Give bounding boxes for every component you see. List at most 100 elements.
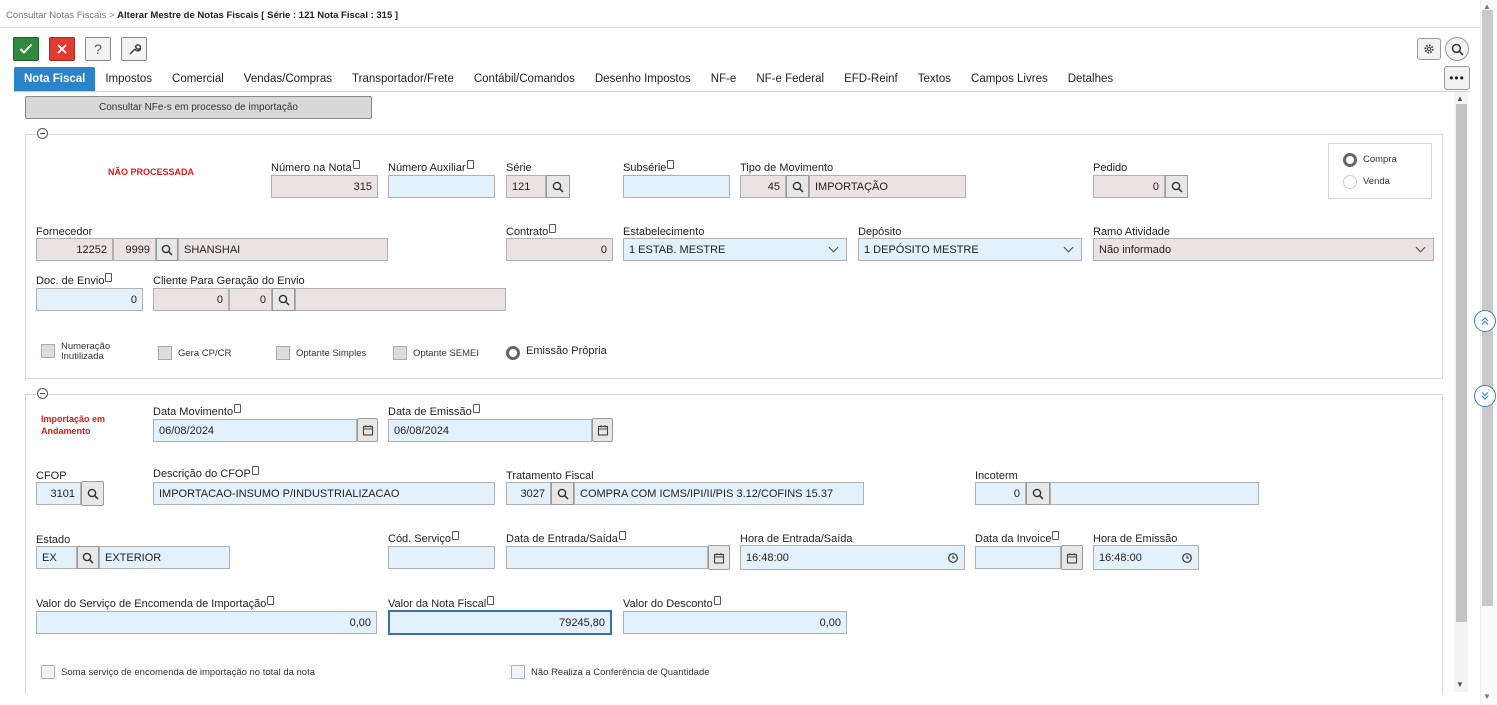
numero-nota-field[interactable]: 315 xyxy=(271,175,378,198)
collapse-section2-icon[interactable] xyxy=(37,388,48,399)
tools-button[interactable] xyxy=(121,37,147,61)
valor-servico-field[interactable]: 0,00 xyxy=(36,611,377,634)
data-entrada-field[interactable] xyxy=(506,546,708,569)
scroll-top-button[interactable] xyxy=(1474,310,1496,332)
data-invoice-calendar-button[interactable] xyxy=(1061,545,1083,570)
estado-search-button[interactable] xyxy=(77,546,99,569)
cliente-envio-code[interactable]: 0 xyxy=(153,288,229,311)
cancel-button[interactable] xyxy=(49,37,75,61)
tab-campos-livres[interactable]: Campos Livres xyxy=(961,67,1058,91)
numeracao-inutilizada-checkbox[interactable] xyxy=(41,344,55,358)
scroll-up-arrow-icon[interactable]: ▲ xyxy=(1456,94,1464,103)
data-emissao-field[interactable]: 06/08/2024 xyxy=(388,419,592,442)
tab-transportador-frete[interactable]: Transportador/Frete xyxy=(342,67,464,91)
tipo-movimento-label: Tipo de Movimento xyxy=(740,162,834,174)
tab-efd-reinf[interactable]: EFD-Reinf xyxy=(834,67,908,91)
tab-nota-fiscal[interactable]: Nota Fiscal xyxy=(14,67,96,91)
tab-nfe-federal[interactable]: NF-e Federal xyxy=(746,67,834,91)
tratamento-fiscal-search-button[interactable] xyxy=(551,482,574,505)
confirm-button[interactable] xyxy=(13,37,39,61)
copy-icon xyxy=(549,224,557,233)
pedido-field[interactable]: 0 xyxy=(1093,175,1165,198)
cod-servico-field[interactable] xyxy=(388,546,495,569)
tab-nfe[interactable]: NF-e xyxy=(701,67,747,91)
hora-emissao-field[interactable]: 16:48:00 xyxy=(1093,545,1199,570)
ramo-select[interactable]: Não informado xyxy=(1093,238,1434,261)
estado-code[interactable]: EX xyxy=(36,546,77,569)
cfop-search-button[interactable] xyxy=(81,481,104,506)
numero-auxiliar-field[interactable] xyxy=(388,175,495,198)
search-button[interactable] xyxy=(1445,37,1469,61)
copy-icon xyxy=(251,466,259,475)
emissao-propria-radio[interactable] xyxy=(506,346,520,360)
fornecedor-code2[interactable]: 9999 xyxy=(113,238,156,261)
tab-impostos[interactable]: Impostos xyxy=(95,67,162,91)
soma-servico-checkbox[interactable] xyxy=(41,665,55,679)
serie-search-button[interactable] xyxy=(546,175,570,198)
copy-icon xyxy=(234,404,242,413)
more-button[interactable]: ••• xyxy=(1444,66,1470,90)
nao-conferencia-checkbox[interactable] xyxy=(511,665,525,679)
clock-icon[interactable] xyxy=(947,552,959,564)
settings-button[interactable] xyxy=(1417,38,1441,60)
search-icon xyxy=(1171,181,1183,193)
optante-semei-checkbox[interactable] xyxy=(393,346,407,360)
compra-radio[interactable] xyxy=(1343,153,1357,167)
tipo-movimento-search-button[interactable] xyxy=(786,175,809,198)
deposito-select[interactable]: 1 DEPÓSITO MESTRE xyxy=(858,238,1082,261)
consult-nfe-button[interactable]: Consultar NFe-s em processo de importaçã… xyxy=(25,96,372,119)
data-movimento-field[interactable]: 06/08/2024 xyxy=(153,419,357,442)
cliente-envio-code2[interactable]: 0 xyxy=(229,288,272,311)
incoterm-desc xyxy=(1050,482,1259,505)
tab-contabil-comandos[interactable]: Contábil/Comandos xyxy=(464,67,585,91)
data-movimento-calendar-button[interactable] xyxy=(357,418,378,442)
emissao-propria-label: Emissão Própria xyxy=(526,345,607,357)
estabelecimento-label: Estabelecimento xyxy=(623,226,705,238)
fornecedor-code[interactable]: 12252 xyxy=(36,238,113,261)
breadcrumb-parent[interactable]: Consultar Notas Fiscais xyxy=(6,10,106,21)
collapse-section1-icon[interactable] xyxy=(37,128,48,139)
scrollbar-thumb[interactable] xyxy=(1456,104,1467,622)
fornecedor-search-button[interactable] xyxy=(156,238,178,261)
tratamento-fiscal-code[interactable]: 3027 xyxy=(506,482,551,505)
tipo-movimento-code[interactable]: 45 xyxy=(740,175,786,198)
tab-textos[interactable]: Textos xyxy=(908,67,961,91)
page-scrollbar-thumb[interactable] xyxy=(1482,10,1493,606)
tab-desenho-impostos[interactable]: Desenho Impostos xyxy=(585,67,701,91)
copy-icon xyxy=(1052,531,1060,540)
data-entrada-calendar-button[interactable] xyxy=(708,545,730,570)
pedido-search-button[interactable] xyxy=(1165,175,1188,198)
clock-icon[interactable] xyxy=(1181,552,1193,564)
serie-field[interactable]: 121 xyxy=(506,175,546,198)
close-icon xyxy=(57,44,67,54)
data-emissao-calendar-button[interactable] xyxy=(592,418,613,442)
tab-vendas-compras[interactable]: Vendas/Compras xyxy=(234,67,342,91)
cfop-field[interactable]: 3101 xyxy=(36,482,81,505)
tab-comercial[interactable]: Comercial xyxy=(162,67,234,91)
incoterm-code[interactable]: 0 xyxy=(975,482,1026,505)
hora-emissao-label: Hora de Emissão xyxy=(1093,533,1178,545)
subserie-field[interactable] xyxy=(623,175,730,198)
valor-desconto-label: Valor do Desconto xyxy=(623,596,721,610)
hora-emissao-value: 16:48:00 xyxy=(1099,551,1142,564)
gera-cpcr-checkbox[interactable] xyxy=(158,346,172,360)
optante-simples-checkbox[interactable] xyxy=(276,346,290,360)
valor-nota-field[interactable]: 79245,80 xyxy=(388,610,612,635)
contrato-field[interactable]: 0 xyxy=(506,238,613,261)
desc-cfop-field[interactable]: IMPORTACAO-INSUMO P/INDUSTRIALIZACAO xyxy=(153,482,495,505)
scroll-down-arrow-icon[interactable]: ▼ xyxy=(1456,680,1464,689)
data-invoice-field[interactable] xyxy=(975,546,1061,569)
help-button[interactable]: ? xyxy=(85,37,111,61)
estabelecimento-select[interactable]: 1 ESTAB. MESTRE xyxy=(623,238,847,261)
page-scroll-down-icon[interactable]: ▼ xyxy=(1483,692,1491,701)
breadcrumb: Consultar Notas Fiscais > Alterar Mestre… xyxy=(6,10,398,21)
tab-detalhes[interactable]: Detalhes xyxy=(1058,67,1123,91)
incoterm-search-button[interactable] xyxy=(1026,482,1050,505)
valor-desconto-field[interactable]: 0,00 xyxy=(623,611,847,634)
cliente-envio-search-button[interactable] xyxy=(272,288,295,311)
double-chevron-up-icon xyxy=(1481,317,1489,325)
hora-entrada-field[interactable]: 16:48:00 xyxy=(740,545,965,570)
scroll-bottom-button[interactable] xyxy=(1474,385,1496,407)
venda-radio[interactable] xyxy=(1343,175,1357,189)
doc-envio-field[interactable]: 0 xyxy=(36,288,143,311)
